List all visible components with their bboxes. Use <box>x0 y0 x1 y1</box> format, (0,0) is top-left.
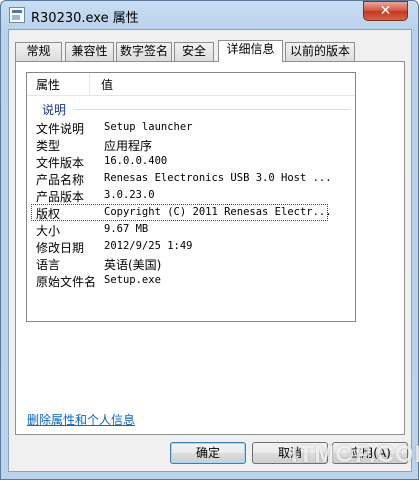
property-name: 版权 <box>36 207 61 221</box>
tab-general[interactable]: 常规 <box>15 42 62 61</box>
list-item[interactable]: 产品名称 Renesas Electronics USB 3.0 Host ..… <box>27 170 355 187</box>
property-name: 类型 <box>36 139 61 153</box>
title-bar[interactable]: R30230.exe 属性 ✕ <box>1 1 418 29</box>
dialog-client-area: 常规 兼容性 数字签名 安全 详细信息 以前的版本 属性 值 说明 文件说明 S… <box>8 29 412 472</box>
properties-window: R30230.exe 属性 ✕ 常规 兼容性 数字签名 安全 详细信息 以前的版… <box>0 0 419 480</box>
tab-compatibility[interactable]: 兼容性 <box>65 42 114 61</box>
list-item[interactable]: 原始文件名 Setup.exe <box>27 272 355 289</box>
details-panel: 属性 值 说明 文件说明 Setup launcher 类型 应用程序 文件版本… <box>15 61 405 435</box>
tab-digital-signatures[interactable]: 数字签名 <box>116 42 172 61</box>
list-item[interactable]: 产品版本 3.0.23.0 <box>27 187 355 204</box>
property-name: 原始文件名 <box>36 275 97 289</box>
list-item[interactable]: 文件版本 16.0.0.400 <box>27 153 355 170</box>
list-item[interactable]: 语言 英语(美国) <box>27 255 355 272</box>
list-item[interactable]: 文件说明 Setup launcher <box>27 119 355 136</box>
group-header-description: 说明 <box>42 103 67 117</box>
window-title: R30230.exe 属性 <box>31 11 139 26</box>
property-value: Renesas Electronics USB 3.0 Host ... <box>104 172 332 184</box>
list-item-selected[interactable]: 版权 Copyright (C) 2011 Renesas Electr... <box>31 204 332 221</box>
details-list[interactable]: 属性 值 说明 文件说明 Setup launcher 类型 应用程序 文件版本… <box>26 72 356 322</box>
property-value: 9.67 MB <box>104 223 149 235</box>
application-icon <box>9 7 25 23</box>
tab-security[interactable]: 安全 <box>174 42 214 61</box>
property-name: 修改日期 <box>36 241 85 255</box>
property-name: 文件版本 <box>36 156 85 170</box>
list-item[interactable]: 类型 应用程序 <box>27 136 355 153</box>
tab-details[interactable]: 详细信息 <box>218 40 283 62</box>
list-item[interactable]: 大小 9.67 MB <box>27 221 355 238</box>
property-value: Setup.exe <box>104 274 161 286</box>
column-header-property[interactable]: 属性 <box>36 76 60 93</box>
list-item[interactable]: 修改日期 2012/9/25 1:49 <box>27 238 355 255</box>
column-divider[interactable] <box>89 73 90 95</box>
property-value: 2012/9/25 1:49 <box>104 240 193 252</box>
site-watermark: ITMOP.COM <box>291 441 419 468</box>
property-name: 产品版本 <box>36 190 85 204</box>
tab-previous-versions[interactable]: 以前的版本 <box>285 42 355 61</box>
property-value: 3.0.23.0 <box>104 189 155 201</box>
ok-button[interactable]: 确定 <box>170 442 246 464</box>
group-divider <box>73 109 351 110</box>
property-name: 产品名称 <box>36 173 85 187</box>
property-value: 16.0.0.400 <box>104 155 168 167</box>
remove-properties-link[interactable]: 删除属性和个人信息 <box>27 411 135 428</box>
property-value: 英语(美国) <box>104 258 162 272</box>
property-name: 大小 <box>36 224 61 238</box>
property-value: Setup launcher <box>104 121 193 133</box>
property-value: Copyright (C) 2011 Renesas Electr... <box>104 206 332 218</box>
column-header-value[interactable]: 值 <box>101 76 113 93</box>
property-name: 语言 <box>36 258 61 272</box>
list-header: 属性 值 <box>27 73 355 96</box>
close-button[interactable]: ✕ <box>363 1 408 21</box>
property-name: 文件说明 <box>36 122 85 136</box>
property-value: 应用程序 <box>104 139 153 153</box>
